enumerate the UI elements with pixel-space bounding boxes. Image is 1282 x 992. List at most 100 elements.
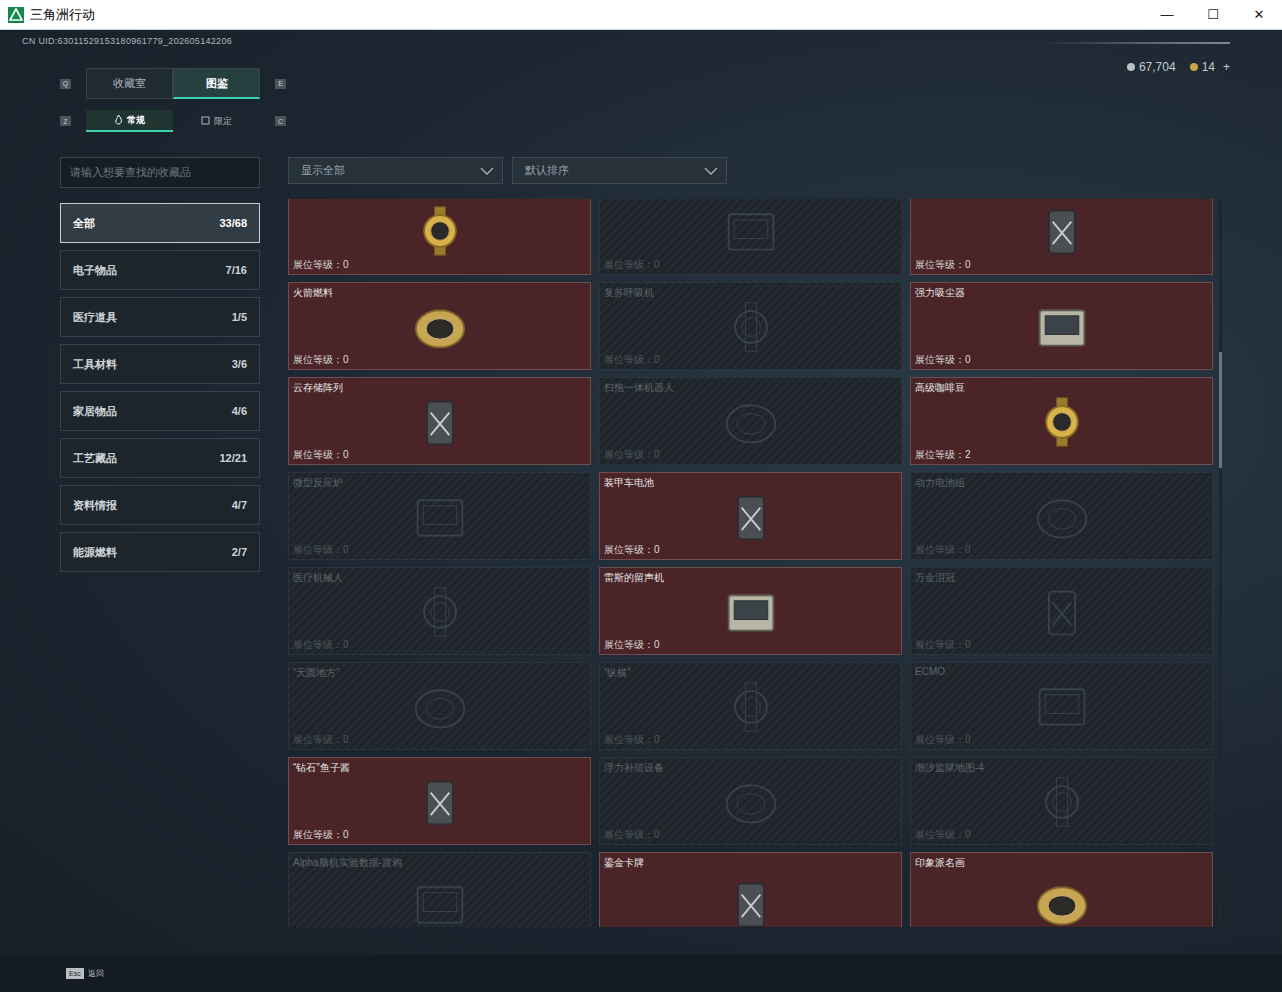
category-item[interactable]: 工艺藏品 12/21 <box>60 438 260 478</box>
collection-card[interactable]: 鎏金卡牌 <box>599 852 902 927</box>
collection-card[interactable]: 潮汐监狱地图-4 展位等级：0 <box>910 757 1213 845</box>
window-controls: —☐✕ <box>1144 0 1282 29</box>
category-item[interactable]: 电子物品 7/16 <box>60 250 260 290</box>
collection-card[interactable]: 动力电池组 展位等级：0 <box>910 472 1213 560</box>
category-item[interactable]: 医疗道具 1/5 <box>60 297 260 337</box>
main-tab[interactable]: 收藏室 <box>86 68 173 99</box>
item-name: 潮汐监狱地图-4 <box>915 761 1208 775</box>
sidebar: 请输入想要查找的收藏品 全部 33/68 电子物品 7/16 医疗道具 1/5 工具材… <box>60 157 260 927</box>
item-picture-icon <box>711 394 791 450</box>
collection-card[interactable]: 印象派名画 <box>910 852 1213 927</box>
collection-card[interactable]: 医疗机械人 展位等级：0 <box>288 567 591 655</box>
collection-card[interactable]: 复苏呼吸机 展位等级：0 <box>599 282 902 370</box>
item-name: 雷斯的留声机 <box>604 571 897 585</box>
item-name: 高级咖啡豆 <box>915 381 1208 395</box>
collection-card[interactable]: 火箭燃料 展位等级：0 <box>288 282 591 370</box>
esc-key-hint: Esc <box>66 968 84 979</box>
category-item[interactable]: 能源燃料 2/7 <box>60 532 260 572</box>
chevron-down-icon <box>704 167 718 175</box>
category-name: 全部 <box>73 216 95 231</box>
main-tab[interactable]: 图鉴 <box>173 68 260 99</box>
next-key-hint: E <box>275 79 286 89</box>
exhibit-level: 展位等级：0 <box>293 448 586 462</box>
category-item[interactable]: 工具材料 3/6 <box>60 344 260 384</box>
collection-card[interactable]: “钻石”鱼子酱 展位等级：0 <box>288 757 591 845</box>
item-name: 万金泪冠 <box>915 571 1208 585</box>
collection-card[interactable]: 高级咖啡豆 展位等级：2 <box>910 377 1213 465</box>
search-input[interactable]: 请输入想要查找的收藏品 <box>60 157 260 188</box>
next-key-hint: C <box>275 116 286 126</box>
collection-card[interactable]: 万金泪冠 展位等级：0 <box>910 567 1213 655</box>
collection-card[interactable]: 展位等级：0 <box>288 199 591 275</box>
currency: 14 + <box>1190 60 1230 74</box>
collection-card[interactable]: ECMO 展位等级：0 <box>910 662 1213 750</box>
item-name <box>915 199 1208 204</box>
collection-card[interactable]: 强力吸尘器 展位等级：0 <box>910 282 1213 370</box>
currency-amount: 14 <box>1202 60 1215 74</box>
exhibit-level: 展位等级：0 <box>915 638 1208 652</box>
item-grid-viewport: 展位等级：0 展位等级：0 展位等级：0火箭燃料 展位等级：0复苏呼吸机 展位等… <box>288 199 1213 927</box>
category-item[interactable]: 家居物品 4/6 <box>60 391 260 431</box>
item-name <box>604 199 897 204</box>
sub-tab[interactable]: 限定 <box>173 110 260 132</box>
item-name: ECMO <box>915 666 1208 679</box>
collection-card[interactable]: “纵横” 展位等级：0 <box>599 662 902 750</box>
filter-dropdown[interactable]: 显示全部 <box>288 157 503 184</box>
collection-card[interactable]: 装甲车电池 展位等级：0 <box>599 472 902 560</box>
collection-card[interactable]: 扫拖一体机器人 展位等级：0 <box>599 377 902 465</box>
item-picture-icon <box>400 203 480 259</box>
coin-icon <box>1190 63 1198 71</box>
item-picture-icon <box>400 584 480 640</box>
footer-bar: Esc 返回 <box>0 955 1282 992</box>
window-control-button[interactable]: ☐ <box>1190 0 1236 29</box>
item-picture-icon <box>1022 299 1102 355</box>
item-picture-icon <box>1022 203 1102 259</box>
scrollbar-thumb[interactable] <box>1219 352 1222 468</box>
item-picture-icon <box>400 489 480 545</box>
item-name: 动力电池组 <box>915 476 1208 490</box>
collection-card[interactable]: “天圆地方” 展位等级：0 <box>288 662 591 750</box>
collection-card[interactable]: 浮力补偿设备 展位等级：0 <box>599 757 902 845</box>
item-picture-icon <box>711 203 791 259</box>
window-control-button[interactable]: — <box>1144 0 1190 29</box>
collection-main: 请输入想要查找的收藏品 全部 33/68 电子物品 7/16 医疗道具 1/5 工具材… <box>0 132 1282 927</box>
window-control-button[interactable]: ✕ <box>1236 0 1282 29</box>
exhibit-level: 展位等级：0 <box>293 733 586 747</box>
item-name: 微型反应炉 <box>293 476 586 490</box>
category-item[interactable]: 全部 33/68 <box>60 203 260 243</box>
category-count: 7/16 <box>226 264 247 276</box>
prev-key-hint: Q <box>60 79 71 89</box>
collection-card[interactable]: 展位等级：0 <box>910 199 1213 275</box>
window-title: 三角洲行动 <box>30 6 95 24</box>
exhibit-level: 展位等级：0 <box>604 258 897 272</box>
collection-card[interactable]: Alpha脑机实验数据-渡鸦 <box>288 852 591 927</box>
item-name: 强力吸尘器 <box>915 286 1208 300</box>
exhibit-level: 展位等级：0 <box>604 448 897 462</box>
sub-tab[interactable]: 常规 <box>86 110 173 132</box>
collection-card[interactable]: 雷斯的留声机 展位等级：0 <box>599 567 902 655</box>
collection-card[interactable]: 展位等级：0 <box>599 199 902 275</box>
item-name: “纵横” <box>604 666 897 680</box>
category-count: 4/6 <box>232 405 247 417</box>
coin-icon <box>1127 63 1135 71</box>
filter-dropdown[interactable]: 默认排序 <box>512 157 727 184</box>
game-area: CN UID:63011529153180961779_202605142206… <box>0 30 1282 992</box>
item-picture-icon <box>711 489 791 545</box>
back-button[interactable]: 返回 <box>88 968 104 979</box>
scrollbar[interactable] <box>1219 199 1222 927</box>
exhibit-level: 展位等级：0 <box>604 828 897 842</box>
item-picture-icon <box>711 876 791 928</box>
exhibit-level: 展位等级：0 <box>604 543 897 557</box>
flame-icon <box>114 115 123 125</box>
category-name: 工艺藏品 <box>73 451 117 466</box>
category-name: 医疗道具 <box>73 310 117 325</box>
category-name: 能源燃料 <box>73 545 117 560</box>
item-picture-icon <box>711 299 791 355</box>
item-picture-icon <box>711 679 791 735</box>
category-count: 1/5 <box>232 311 247 323</box>
item-picture-icon <box>400 679 480 735</box>
collection-card[interactable]: 微型反应炉 展位等级：0 <box>288 472 591 560</box>
add-currency-button[interactable]: + <box>1223 60 1230 74</box>
category-item[interactable]: 资料情报 4/7 <box>60 485 260 525</box>
collection-card[interactable]: 云存储阵列 展位等级：0 <box>288 377 591 465</box>
